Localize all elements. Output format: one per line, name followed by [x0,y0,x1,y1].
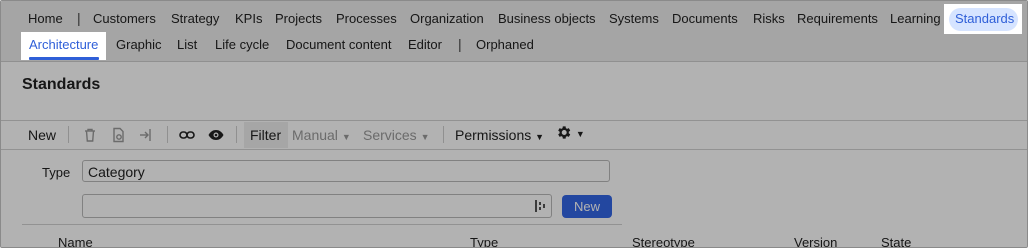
tab-list[interactable]: List [177,37,197,53]
nav-strategy[interactable]: Strategy [171,11,219,27]
toolbar: New Filter Manual ▼ Services ▼ Permissio… [1,120,1027,150]
services-label: Services [363,127,417,143]
form-divider [22,224,622,225]
nav-separator: | [77,10,81,26]
app-window: Home | Customers Strategy KPIs Projects … [0,0,1028,248]
nav-processes[interactable]: Processes [336,11,397,27]
tab-orphaned[interactable]: Orphaned [476,37,534,53]
gear-icon [555,124,572,144]
chevron-down-icon: ▼ [535,132,545,142]
tab-separator: | [458,36,462,52]
chevron-down-icon: ▼ [420,132,430,142]
export-icon[interactable] [137,126,155,144]
tab-architecture-underline [29,57,99,60]
manual-label: Manual [292,127,338,143]
nav-standards[interactable]: Standards [955,11,1014,27]
column-header-type[interactable]: Type [470,235,498,247]
column-header-state[interactable]: State [881,235,911,247]
trash-icon[interactable] [81,126,99,144]
filter-button[interactable]: Filter [250,127,281,143]
column-header-stereotype[interactable]: Stereotype [632,235,695,247]
manual-dropdown[interactable]: Manual ▼ [292,127,351,143]
permissions-dropdown[interactable]: Permissions ▼ [455,127,544,143]
nav-business-objects[interactable]: Business objects [498,11,596,27]
tab-life-cycle[interactable]: Life cycle [215,37,269,53]
sub-nav: Architecture Graphic List Life cycle Doc… [1,32,1027,62]
nav-organization[interactable]: Organization [410,11,484,27]
page-title: Standards [22,76,101,93]
permissions-label: Permissions [455,127,532,143]
nav-requirements[interactable]: Requirements [797,11,878,27]
nav-customers[interactable]: Customers [93,11,156,27]
search-input[interactable] [82,194,552,218]
picker-icon[interactable] [533,198,547,219]
eye-icon[interactable] [207,126,225,144]
nav-home[interactable]: Home [28,11,63,27]
settings-dropdown[interactable]: ▼ [555,124,585,144]
nav-risks[interactable]: Risks [753,11,785,27]
top-nav: Home | Customers Strategy KPIs Projects … [1,1,1027,35]
chevron-down-icon: ▼ [341,132,351,142]
toolbar-divider [443,126,444,143]
column-header-version[interactable]: Version [794,235,837,247]
chevron-down-icon: ▼ [575,129,585,139]
column-header-name[interactable]: Name [58,235,93,247]
document-icon[interactable] [109,126,127,144]
nav-learning[interactable]: Learning [890,11,941,27]
tab-editor[interactable]: Editor [408,37,442,53]
toolbar-divider [236,126,237,143]
toolbar-divider [167,126,168,143]
nav-systems[interactable]: Systems [609,11,659,27]
services-dropdown[interactable]: Services ▼ [363,127,430,143]
nav-projects[interactable]: Projects [275,11,322,27]
type-label: Type [42,165,71,180]
tab-document-content[interactable]: Document content [286,37,392,53]
new-category-button[interactable]: New [562,195,612,218]
type-field[interactable]: Category [82,160,610,182]
toolbar-divider [68,126,69,143]
link-icon[interactable] [178,126,196,144]
nav-documents[interactable]: Documents [672,11,738,27]
nav-kpis[interactable]: KPIs [235,11,262,27]
tab-graphic[interactable]: Graphic [116,37,162,53]
new-button[interactable]: New [28,127,56,143]
tab-architecture[interactable]: Architecture [29,37,98,53]
